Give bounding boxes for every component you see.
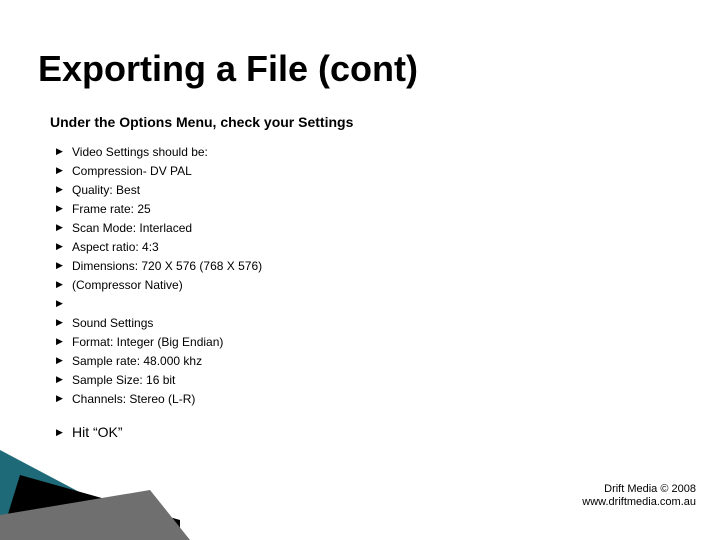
- list-item-label: Sample rate: 48.000 khz: [72, 354, 616, 368]
- list-item: ▶ (Compressor Native): [56, 275, 616, 294]
- list-item-label: Scan Mode: Interlaced: [72, 221, 616, 235]
- list-item-label: Channels: Stereo (L-R): [72, 392, 616, 406]
- bullet-icon: ▶: [56, 318, 72, 327]
- list-item-label: Aspect ratio: 4:3: [72, 240, 616, 254]
- subtitle: Under the Options Menu, check your Setti…: [50, 114, 353, 130]
- list-item-label: Format: Integer (Big Endian): [72, 335, 616, 349]
- bullet-icon: ▶: [56, 375, 72, 384]
- list-item: ▶ Channels: Stereo (L-R): [56, 389, 616, 408]
- bullet-icon: ▶: [56, 428, 72, 437]
- list-item-label: Sample Size: 16 bit: [72, 373, 616, 387]
- bullet-icon: ▶: [56, 299, 72, 308]
- slide: Exporting a File (cont) Under the Option…: [0, 0, 720, 540]
- list-item: ▶ Frame rate: 25: [56, 199, 616, 218]
- list-item-label: Sound Settings: [72, 316, 616, 330]
- list-item-final: ▶ Hit “OK”: [56, 422, 616, 442]
- bullet-icon: ▶: [56, 394, 72, 403]
- bullet-icon: ▶: [56, 223, 72, 232]
- bullet-icon: ▶: [56, 166, 72, 175]
- bullet-icon: ▶: [56, 261, 72, 270]
- bullet-list: ▶ Video Settings should be: ▶ Compressio…: [56, 142, 616, 442]
- list-item: ▶ Sound Settings: [56, 313, 616, 332]
- list-item: ▶ Dimensions: 720 X 576 (768 X 576): [56, 256, 616, 275]
- list-item: ▶ Format: Integer (Big Endian): [56, 332, 616, 351]
- list-item-label: Compression- DV PAL: [72, 164, 616, 178]
- list-item: ▶ Sample rate: 48.000 khz: [56, 351, 616, 370]
- footer: Drift Media © 2008 www.driftmedia.com.au: [582, 483, 696, 511]
- list-item: ▶: [56, 294, 616, 313]
- page-title: Exporting a File (cont): [38, 48, 418, 90]
- bullet-icon: ▶: [56, 280, 72, 289]
- list-item: ▶ Quality: Best: [56, 180, 616, 199]
- list-item-label: Quality: Best: [72, 183, 616, 197]
- bullet-icon: ▶: [56, 337, 72, 346]
- list-item: ▶ Aspect ratio: 4:3: [56, 237, 616, 256]
- list-item: ▶ Sample Size: 16 bit: [56, 370, 616, 389]
- list-item-label: (Compressor Native): [72, 278, 616, 292]
- list-item: ▶ Compression- DV PAL: [56, 161, 616, 180]
- list-item-label: Frame rate: 25: [72, 202, 616, 216]
- list-item-label: Hit “OK”: [72, 424, 616, 440]
- bullet-icon: ▶: [56, 242, 72, 251]
- bullet-icon: ▶: [56, 356, 72, 365]
- list-item: ▶ Video Settings should be:: [56, 142, 616, 161]
- bullet-icon: ▶: [56, 204, 72, 213]
- list-item: ▶ Scan Mode: Interlaced: [56, 218, 616, 237]
- list-item-label: Dimensions: 720 X 576 (768 X 576): [72, 259, 616, 273]
- list-item-label: Video Settings should be:: [72, 145, 616, 159]
- footer-url: www.driftmedia.com.au: [582, 496, 696, 510]
- bullet-icon: ▶: [56, 185, 72, 194]
- footer-copyright: Drift Media © 2008: [582, 483, 696, 497]
- bullet-icon: ▶: [56, 147, 72, 156]
